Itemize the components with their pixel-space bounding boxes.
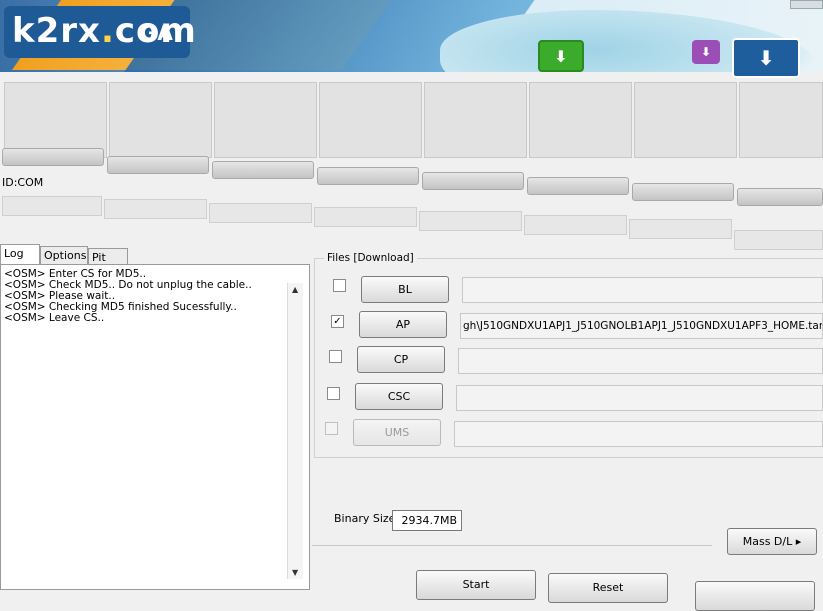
exit-button[interactable] <box>695 581 815 611</box>
port-slot-1 <box>4 82 107 158</box>
cp-checkbox[interactable] <box>329 350 342 363</box>
ap-checkbox[interactable]: ✓ <box>331 315 344 328</box>
log-output: <OSM> Enter CS for MD5.. <OSM> Check MD5… <box>4 269 284 324</box>
window-controls[interactable] <box>790 0 823 9</box>
port-slot-3 <box>214 82 317 158</box>
log-line: <OSM> Leave CS.. <box>4 312 105 324</box>
logo-main: k2rx <box>12 11 101 51</box>
port-status-4 <box>317 167 419 185</box>
ap-button[interactable]: AP <box>359 311 447 338</box>
cp-path-field[interactable] <box>458 348 823 374</box>
port-status-5 <box>422 172 524 190</box>
csc-button[interactable]: CSC <box>355 383 443 410</box>
ums-checkbox <box>325 422 338 435</box>
divider <box>312 545 712 546</box>
scroll-down-icon[interactable]: ▼ <box>292 568 298 577</box>
csc-checkbox[interactable] <box>327 387 340 400</box>
binary-size-label: Binary Size <box>334 512 396 525</box>
port-slot-8 <box>739 82 823 158</box>
start-button[interactable]: Start <box>416 570 536 600</box>
log-scrollbar[interactable]: ▲ ▼ <box>287 283 303 579</box>
com-field-4 <box>314 207 417 227</box>
cp-button[interactable]: CP <box>357 346 445 373</box>
logo-dot: . <box>100 11 115 51</box>
logo-ga: GA <box>140 21 174 45</box>
scroll-up-icon[interactable]: ▲ <box>292 285 298 294</box>
tab-options[interactable]: Options <box>40 246 88 265</box>
csc-path-field[interactable] <box>456 385 823 411</box>
port-status-7 <box>632 183 734 201</box>
com-field-2 <box>104 199 207 219</box>
bl-button[interactable]: BL <box>361 276 449 303</box>
ums-button: UMS <box>353 419 441 446</box>
bl-path-field[interactable] <box>462 277 823 303</box>
id-com-label: ID:COM <box>2 176 44 189</box>
files-legend: Files [Download] <box>324 252 417 264</box>
com-field-5 <box>419 211 522 231</box>
port-status-1 <box>2 148 104 166</box>
port-status-2 <box>107 156 209 174</box>
com-field-6 <box>524 215 627 235</box>
port-slot-2 <box>109 82 212 158</box>
com-field-7 <box>629 219 732 239</box>
port-slot-5 <box>424 82 527 158</box>
port-slot-4 <box>319 82 422 158</box>
port-status-8 <box>737 188 823 206</box>
binary-size-value: 2934.7MB <box>392 510 462 531</box>
port-status-6 <box>527 177 629 195</box>
bl-checkbox[interactable] <box>333 279 346 292</box>
download-purple-icon: ⬇ <box>692 40 720 64</box>
port-status-3 <box>212 161 314 179</box>
ums-path-field <box>454 421 823 447</box>
ap-path-field[interactable]: gh\J510GNDXU1APJ1_J510GNOLB1APJ1_J510GND… <box>460 313 823 339</box>
com-field-8 <box>734 230 823 250</box>
download-blue-icon: ⬇ <box>732 38 800 78</box>
mass-dl-button[interactable]: Mass D/L ▸ <box>727 528 817 555</box>
port-slot-7 <box>634 82 737 158</box>
site-logo: k2rx.com GA <box>4 6 196 58</box>
com-field-1 <box>2 196 102 216</box>
com-field-3 <box>209 203 312 223</box>
tab-log[interactable]: Log <box>0 244 40 265</box>
reset-button[interactable]: Reset <box>548 573 668 603</box>
download-green-icon: ⬇ <box>538 40 584 72</box>
port-slot-6 <box>529 82 632 158</box>
